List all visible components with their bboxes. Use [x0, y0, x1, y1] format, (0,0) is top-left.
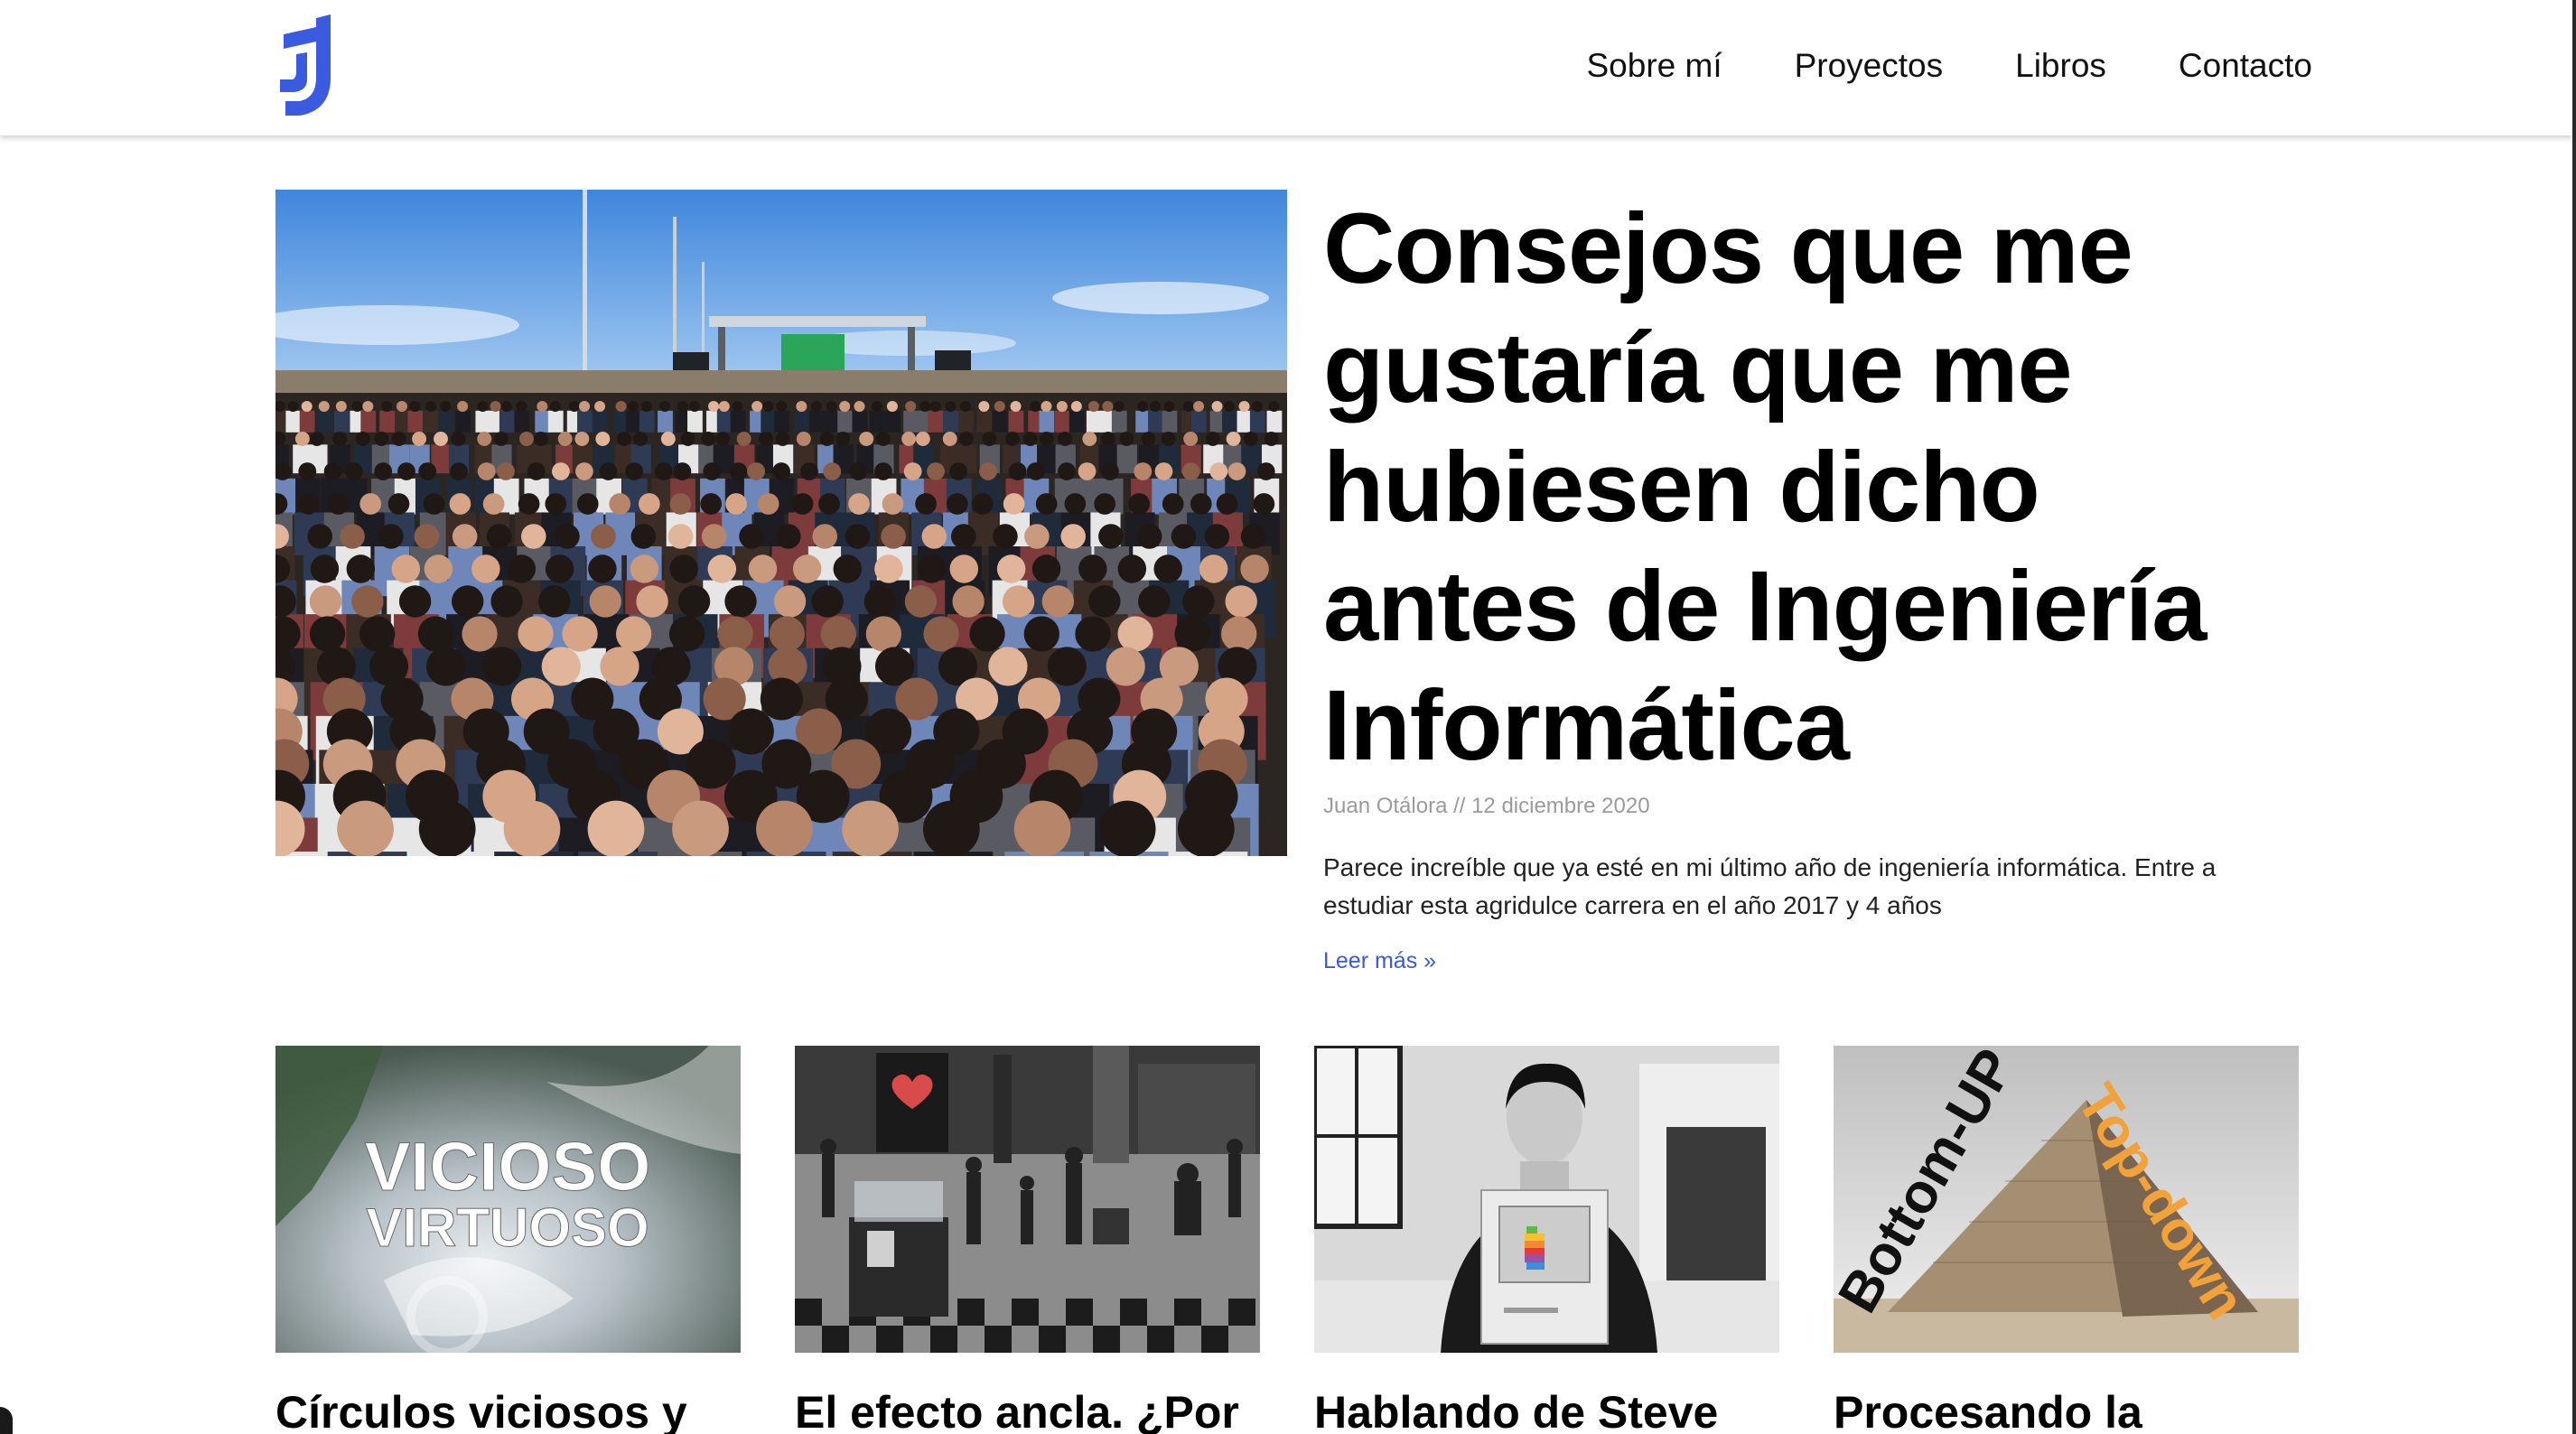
post-card-title[interactable]: Círculos viciosos y	[275, 1385, 741, 1434]
post-card-title[interactable]: Procesando la	[1834, 1385, 2299, 1434]
read-more-link[interactable]: Leer más »	[1323, 948, 1436, 974]
image-text-vicioso: VICIOSO	[365, 1129, 651, 1206]
nav-libros[interactable]: Libros	[2015, 42, 2106, 90]
post-card-image[interactable]	[795, 1046, 1260, 1353]
post-card[interactable]: VICIOSO VIRTUOSO Círculos viciosos y	[275, 1046, 741, 1434]
featured-post-title[interactable]: Consejos que me gustaría que me hubiesen…	[1323, 190, 2299, 786]
featured-post-image[interactable]	[275, 190, 1287, 856]
featured-post-excerpt: Parece increíble que ya esté en mi últim…	[1323, 853, 2217, 919]
nav-contacto[interactable]: Contacto	[2179, 42, 2312, 90]
post-card-title[interactable]: El efecto ancla. ¿Por	[795, 1385, 1260, 1434]
window-corner	[0, 1407, 13, 1434]
image-text-virtuoso: VIRTUOSO	[366, 1197, 649, 1258]
post-card-image[interactable]: VICIOSO VIRTUOSO	[275, 1046, 741, 1353]
site-header: Sobre mí Proyectos Libros Contacto	[0, 0, 2572, 135]
site-logo-icon[interactable]	[276, 14, 340, 119]
featured-post-meta: Juan Otálora // 12 diciembre 2020	[1323, 794, 1650, 818]
post-card[interactable]: El efecto ancla. ¿Por	[795, 1046, 1260, 1434]
featured-post: Consejos que me gustaría que me hubiesen…	[1323, 190, 2299, 974]
post-card-title[interactable]: Hablando de Steve	[1314, 1385, 1779, 1434]
post-card-image[interactable]: Bottom-UP Top-down	[1834, 1046, 2299, 1353]
post-card[interactable]: Hablando de Steve	[1314, 1046, 1779, 1434]
nav-sobre-mi[interactable]: Sobre mí	[1586, 42, 1722, 90]
main-nav: Sobre mí Proyectos Libros Contacto	[1514, 42, 2312, 90]
post-card[interactable]: Bottom-UP Top-down Procesando la	[1834, 1046, 2299, 1434]
window-edge	[2572, 0, 2576, 1434]
page: Sobre mí Proyectos Libros Contacto Conse…	[0, 0, 2576, 1434]
nav-proyectos[interactable]: Proyectos	[1795, 42, 1944, 90]
post-card-image[interactable]	[1314, 1046, 1779, 1353]
